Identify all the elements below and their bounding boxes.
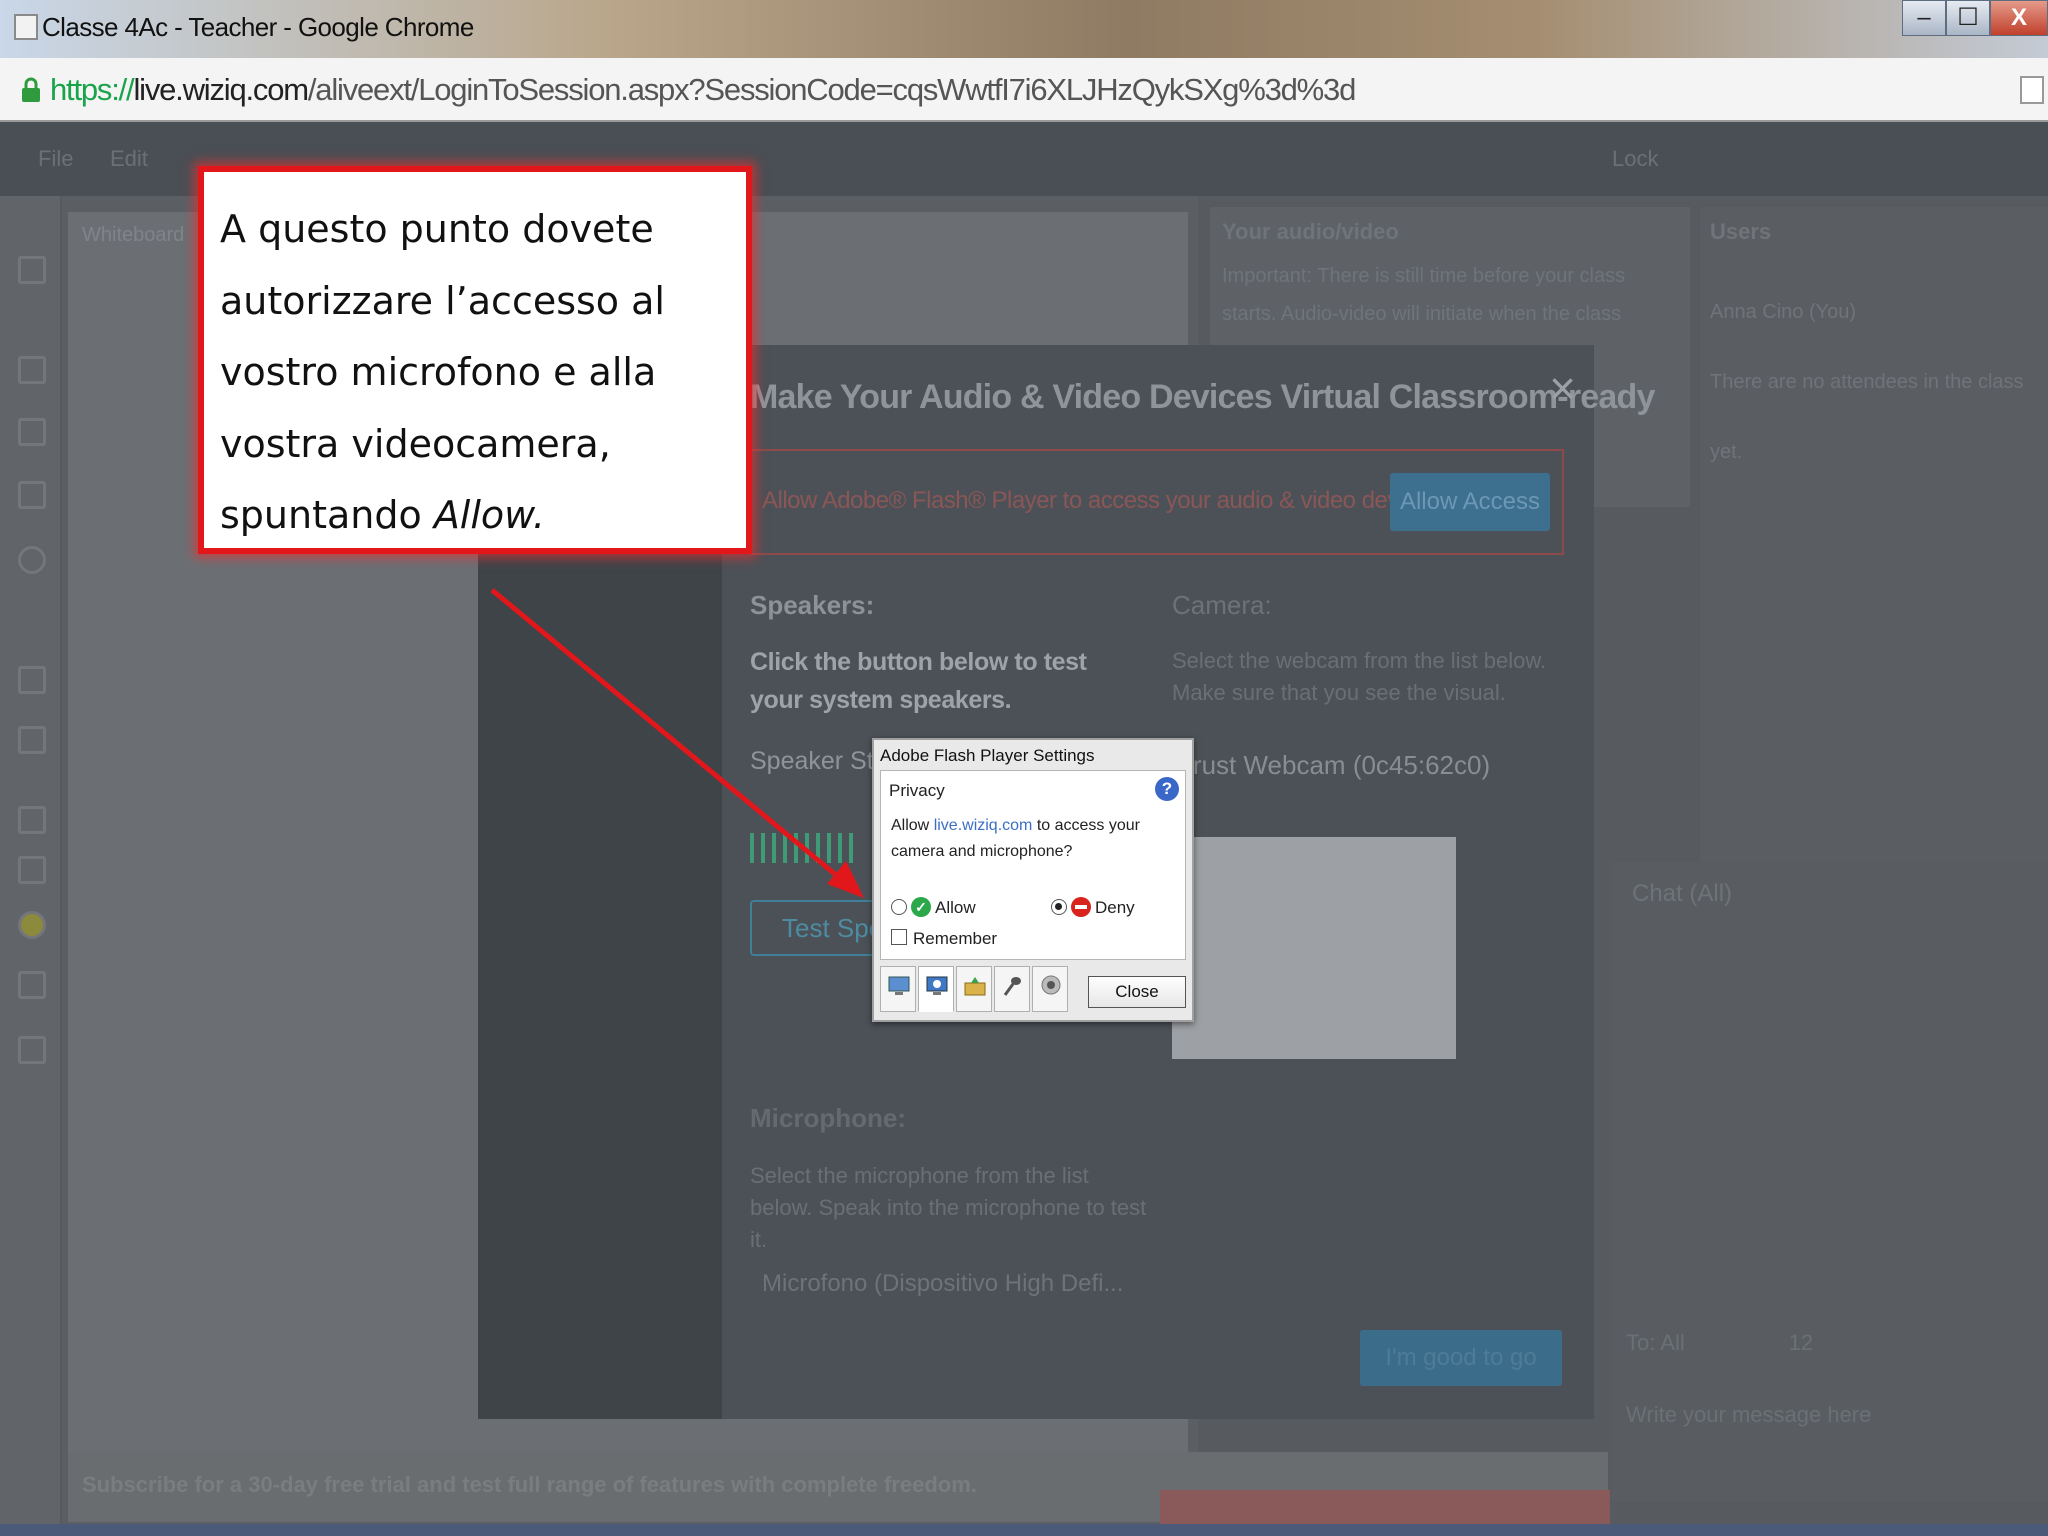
url-scheme: https://	[50, 72, 135, 107]
line-color-icon[interactable]	[18, 1036, 46, 1064]
menu-file[interactable]: File	[38, 146, 73, 172]
tab-microphone[interactable]	[994, 966, 1030, 1012]
allow-emphasis: Allow.	[433, 493, 545, 537]
attendees-empty: There are no attendees in the class yet.	[1710, 371, 2024, 463]
chat-to-value[interactable]: All	[1660, 1330, 1684, 1355]
chat-panel: Chat (All) To: All 12 Write your message…	[1612, 862, 2048, 1502]
text-tool-icon[interactable]	[18, 418, 46, 446]
whiteboard-tab[interactable]: Whiteboard	[82, 224, 184, 247]
os-taskbar	[0, 1524, 2048, 1536]
attendees-list: Anna Cino (You) There are no attendees i…	[1710, 277, 2048, 487]
tab-display[interactable]	[880, 966, 916, 1012]
flash-close-button[interactable]: Close	[1088, 976, 1186, 1008]
chat-recipient[interactable]: To: All 12	[1626, 1330, 1813, 1356]
pencil-tool-icon[interactable]	[18, 356, 46, 384]
attendee-self: Anna Cino (You)	[1710, 301, 1857, 323]
flash-settings-dialog: Adobe Flash Player Settings Privacy ? Al…	[872, 738, 1194, 1022]
instruction-callout: A questo punto dovete autorizzare l’acce…	[198, 166, 752, 554]
close-window-button[interactable]: X	[1990, 0, 2048, 36]
storage-icon	[964, 977, 986, 996]
address-bar[interactable]: https://live.wiziq.com/aliveext/LoginToS…	[0, 58, 2048, 122]
triangle-tool-icon[interactable]	[18, 666, 46, 694]
maximize-button[interactable]: ☐	[1946, 0, 1990, 36]
site-link: live.wiziq.com	[933, 817, 1033, 834]
flash-privacy-panel: Privacy ? Allow live.wiziq.com to access…	[880, 770, 1186, 960]
url-path: /aliveext/LoginToSession.aspx?SessionCod…	[307, 72, 1356, 107]
url-text[interactable]: https://live.wiziq.com/aliveext/LoginToS…	[50, 72, 1356, 108]
camera-text: Select the webcam from the list below. M…	[1172, 648, 1547, 705]
lock-icon	[22, 77, 40, 102]
eraser-tool-icon[interactable]	[18, 806, 46, 834]
tab-privacy[interactable]	[918, 966, 954, 1012]
url-host: live.wiziq.com	[133, 72, 309, 107]
page-favicon-icon	[14, 14, 38, 40]
camera-icon	[1041, 975, 1061, 995]
deny-radio[interactable]	[1051, 899, 1067, 915]
remember-label[interactable]: Remember	[913, 929, 997, 949]
trial-text: Subscribe for a 30-day free trial and te…	[82, 1472, 977, 1497]
flash-dialog-title: Adobe Flash Player Settings	[880, 746, 1095, 765]
tab-storage[interactable]	[956, 966, 992, 1012]
allow-radio[interactable]	[891, 899, 907, 915]
remember-checkbox[interactable]	[891, 929, 907, 945]
instruction-text: A questo punto dovete autorizzare l’acce…	[220, 207, 665, 537]
window-title: Classe 4Ac - Teacher - Google Chrome	[42, 12, 474, 42]
ellipse-tool-icon[interactable]	[18, 546, 46, 574]
av-panel-title: Your audio/video	[1222, 219, 1399, 244]
microphone-select[interactable]: Microfono (Dispositivo High Defi...	[762, 1270, 1123, 1298]
good-to-go-button[interactable]: I'm good to go	[1360, 1330, 1562, 1386]
allow-check-icon: ✓	[911, 897, 931, 917]
whiteboard-toolbar	[0, 196, 62, 1536]
camera-heading: Camera:	[1172, 590, 1272, 620]
speakers-text: Click the button below to test your syst…	[750, 648, 1087, 714]
chat-title: Chat (All)	[1632, 880, 1733, 907]
allow-access-text: Allow Adobe® Flash® Player to access you…	[762, 487, 1446, 514]
microphone-text: Select the microphone from the list belo…	[750, 1163, 1147, 1252]
privacy-question: Allow live.wiziq.com to access your came…	[891, 817, 1140, 860]
privacy-heading: Privacy	[889, 781, 945, 800]
allow-access-box: Allow Adobe® Flash® Player to access you…	[750, 449, 1564, 555]
page-action-icon[interactable]	[2020, 76, 2044, 104]
privacy-icon	[926, 976, 948, 995]
chat-font-size[interactable]: 12	[1789, 1330, 1813, 1355]
window-titlebar: Classe 4Ac - Teacher - Google Chrome – ☐…	[0, 0, 2048, 58]
speakers-heading: Speakers:	[750, 590, 875, 620]
deny-label[interactable]: Deny	[1095, 898, 1135, 918]
display-icon	[888, 976, 910, 995]
window-controls: – ☐ X	[1902, 0, 2048, 38]
math-tool-icon[interactable]	[18, 856, 46, 884]
tab-camera[interactable]	[1032, 966, 1068, 1012]
menu-lock[interactable]: Lock	[1612, 146, 1658, 172]
microphone-heading: Microphone:	[750, 1103, 906, 1133]
emoticon-tool-icon[interactable]	[18, 911, 46, 939]
minimize-button[interactable]: –	[1902, 0, 1946, 36]
table-tool-icon[interactable]	[18, 726, 46, 754]
attendees-title: Users	[1710, 219, 1772, 244]
allow-label[interactable]: Allow	[935, 898, 976, 918]
allow-access-button[interactable]: Allow Access	[1390, 473, 1550, 531]
camera-preview	[1172, 837, 1456, 1059]
camera-select[interactable]: Trust Webcam (0c45:62c0)	[1178, 750, 1490, 781]
chat-input[interactable]: Write your message here	[1626, 1402, 1871, 1428]
help-icon[interactable]: ?	[1155, 777, 1179, 801]
chat-to-label: To:	[1626, 1330, 1656, 1355]
rectangle-tool-icon[interactable]	[18, 481, 46, 509]
microphone-icon	[1003, 977, 1021, 996]
fill-tool-icon[interactable]	[18, 971, 46, 999]
modal-close-icon[interactable]: ×	[1549, 361, 1576, 415]
attendees-panel: Users Anna Cino (You) There are no atten…	[1700, 207, 2048, 907]
pointer-tool-icon[interactable]	[18, 256, 46, 284]
modal-title: Make Your Audio & Video Devices Virtual …	[750, 378, 1655, 416]
deny-stop-icon	[1071, 897, 1091, 917]
menu-edit[interactable]: Edit	[110, 146, 148, 172]
speaker-level-meter	[750, 833, 853, 865]
